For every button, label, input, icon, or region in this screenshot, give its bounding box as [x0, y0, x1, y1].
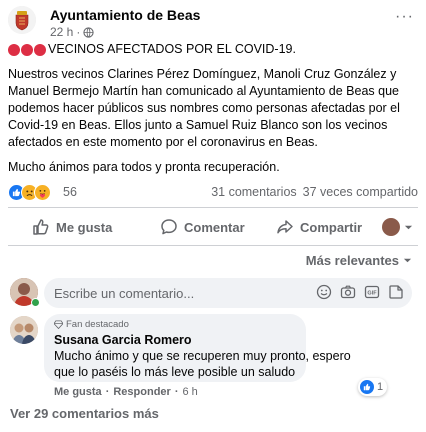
- comment-actions-separator: ·: [174, 386, 179, 398]
- sort-label: Más relevantes: [305, 253, 399, 268]
- coat-of-arms-logo: [8, 6, 36, 34]
- comment-input[interactable]: Escribe un comentario... GIF: [44, 278, 412, 308]
- red-circle-icon: [8, 43, 20, 56]
- like-icon: [360, 380, 374, 394]
- svg-text:GIF: GIF: [367, 291, 377, 297]
- post-header: Ayuntamiento de Beas 22 h · ···: [8, 4, 418, 39]
- user-avatar: [382, 218, 400, 236]
- comment-label: Comentar: [184, 219, 245, 235]
- page-avatar[interactable]: [8, 6, 36, 34]
- post-action-bar: Me gusta Comentar Compartir: [8, 212, 418, 242]
- comment-sort-dropdown[interactable]: Más relevantes: [306, 253, 412, 268]
- online-status-dot: [31, 298, 40, 307]
- reaction-count[interactable]: 56: [63, 185, 77, 199]
- gif-icon[interactable]: GIF: [364, 284, 380, 300]
- top-fan-badge: Fan destacado: [54, 319, 296, 330]
- caret-down-icon: [403, 258, 412, 263]
- globe-icon: [83, 26, 94, 38]
- camera-icon[interactable]: [340, 284, 356, 300]
- comment-actions-separator: ·: [105, 386, 110, 398]
- post-body: VECINOS AFECTADOS POR EL COVID-19. Nuest…: [8, 41, 418, 184]
- like-label: Me gusta: [56, 219, 113, 235]
- meta-separator: ·: [76, 25, 81, 39]
- diamond-icon: [54, 320, 63, 329]
- comment-time[interactable]: 6 h: [183, 386, 198, 398]
- red-circle-icon: [34, 43, 46, 56]
- share-button[interactable]: Compartir: [276, 218, 362, 236]
- post-paragraph-2: Mucho ánimos para todos y pronta recuper…: [8, 160, 280, 174]
- divider: [8, 245, 418, 246]
- caret-down-icon: [404, 225, 413, 229]
- avatar-photo: [10, 316, 38, 344]
- comment-reaction-count: 1: [377, 381, 384, 393]
- red-circle-icon: [21, 43, 33, 56]
- emoji-icon[interactable]: [316, 284, 332, 300]
- commenter-avatar[interactable]: [10, 316, 38, 344]
- post-headline: VECINOS AFECTADOS POR EL COVID-19.: [8, 41, 418, 58]
- comment-icon: [161, 219, 177, 235]
- comment-button[interactable]: Comentar: [160, 218, 245, 236]
- comment-actions: Me gusta · Responder · 6 h: [54, 386, 198, 398]
- comment-like-button[interactable]: Me gusta: [54, 386, 102, 398]
- more-options-button[interactable]: ···: [395, 8, 414, 26]
- comment-reply-button[interactable]: Responder: [113, 386, 170, 398]
- comments-count[interactable]: 31 comentarios: [211, 185, 296, 199]
- post-meta: 22 h ·: [50, 25, 94, 39]
- composer-tools: GIF: [316, 284, 404, 300]
- reaction-icons[interactable]: [8, 183, 51, 201]
- view-more-comments-link[interactable]: Ver 29 comentarios más: [10, 406, 159, 421]
- react-as-selector[interactable]: [382, 218, 413, 236]
- sticker-icon[interactable]: [388, 284, 404, 300]
- comment-author[interactable]: Susana Garcia Romero: [54, 333, 296, 347]
- share-icon: [277, 220, 293, 234]
- post-time[interactable]: 22 h: [50, 25, 73, 39]
- comment-text: Mucho ánimo y que se recuperen muy pront…: [54, 349, 351, 379]
- reactions-summary: 56 31 comentarios 37 veces compartido: [8, 182, 418, 202]
- headline-text: VECINOS AFECTADOS POR EL COVID-19.: [48, 42, 296, 56]
- divider: [8, 207, 418, 208]
- shares-count[interactable]: 37 veces compartido: [303, 185, 418, 199]
- post-stats: 31 comentarios 37 veces compartido: [211, 185, 418, 199]
- care-icon: [34, 183, 51, 201]
- share-label: Compartir: [300, 219, 363, 235]
- thumbs-up-icon: [33, 219, 49, 235]
- page-name[interactable]: Ayuntamiento de Beas: [50, 7, 200, 23]
- post-paragraph-1: Nuestros vecinos Clarines Pérez Domíngue…: [8, 67, 400, 149]
- comment-reaction-badge[interactable]: 1: [358, 378, 388, 396]
- red-circle-emojis: [8, 43, 46, 56]
- like-button[interactable]: Me gusta: [32, 218, 112, 236]
- badge-label: Fan destacado: [66, 319, 129, 330]
- comment-placeholder: Escribe un comentario...: [54, 285, 195, 301]
